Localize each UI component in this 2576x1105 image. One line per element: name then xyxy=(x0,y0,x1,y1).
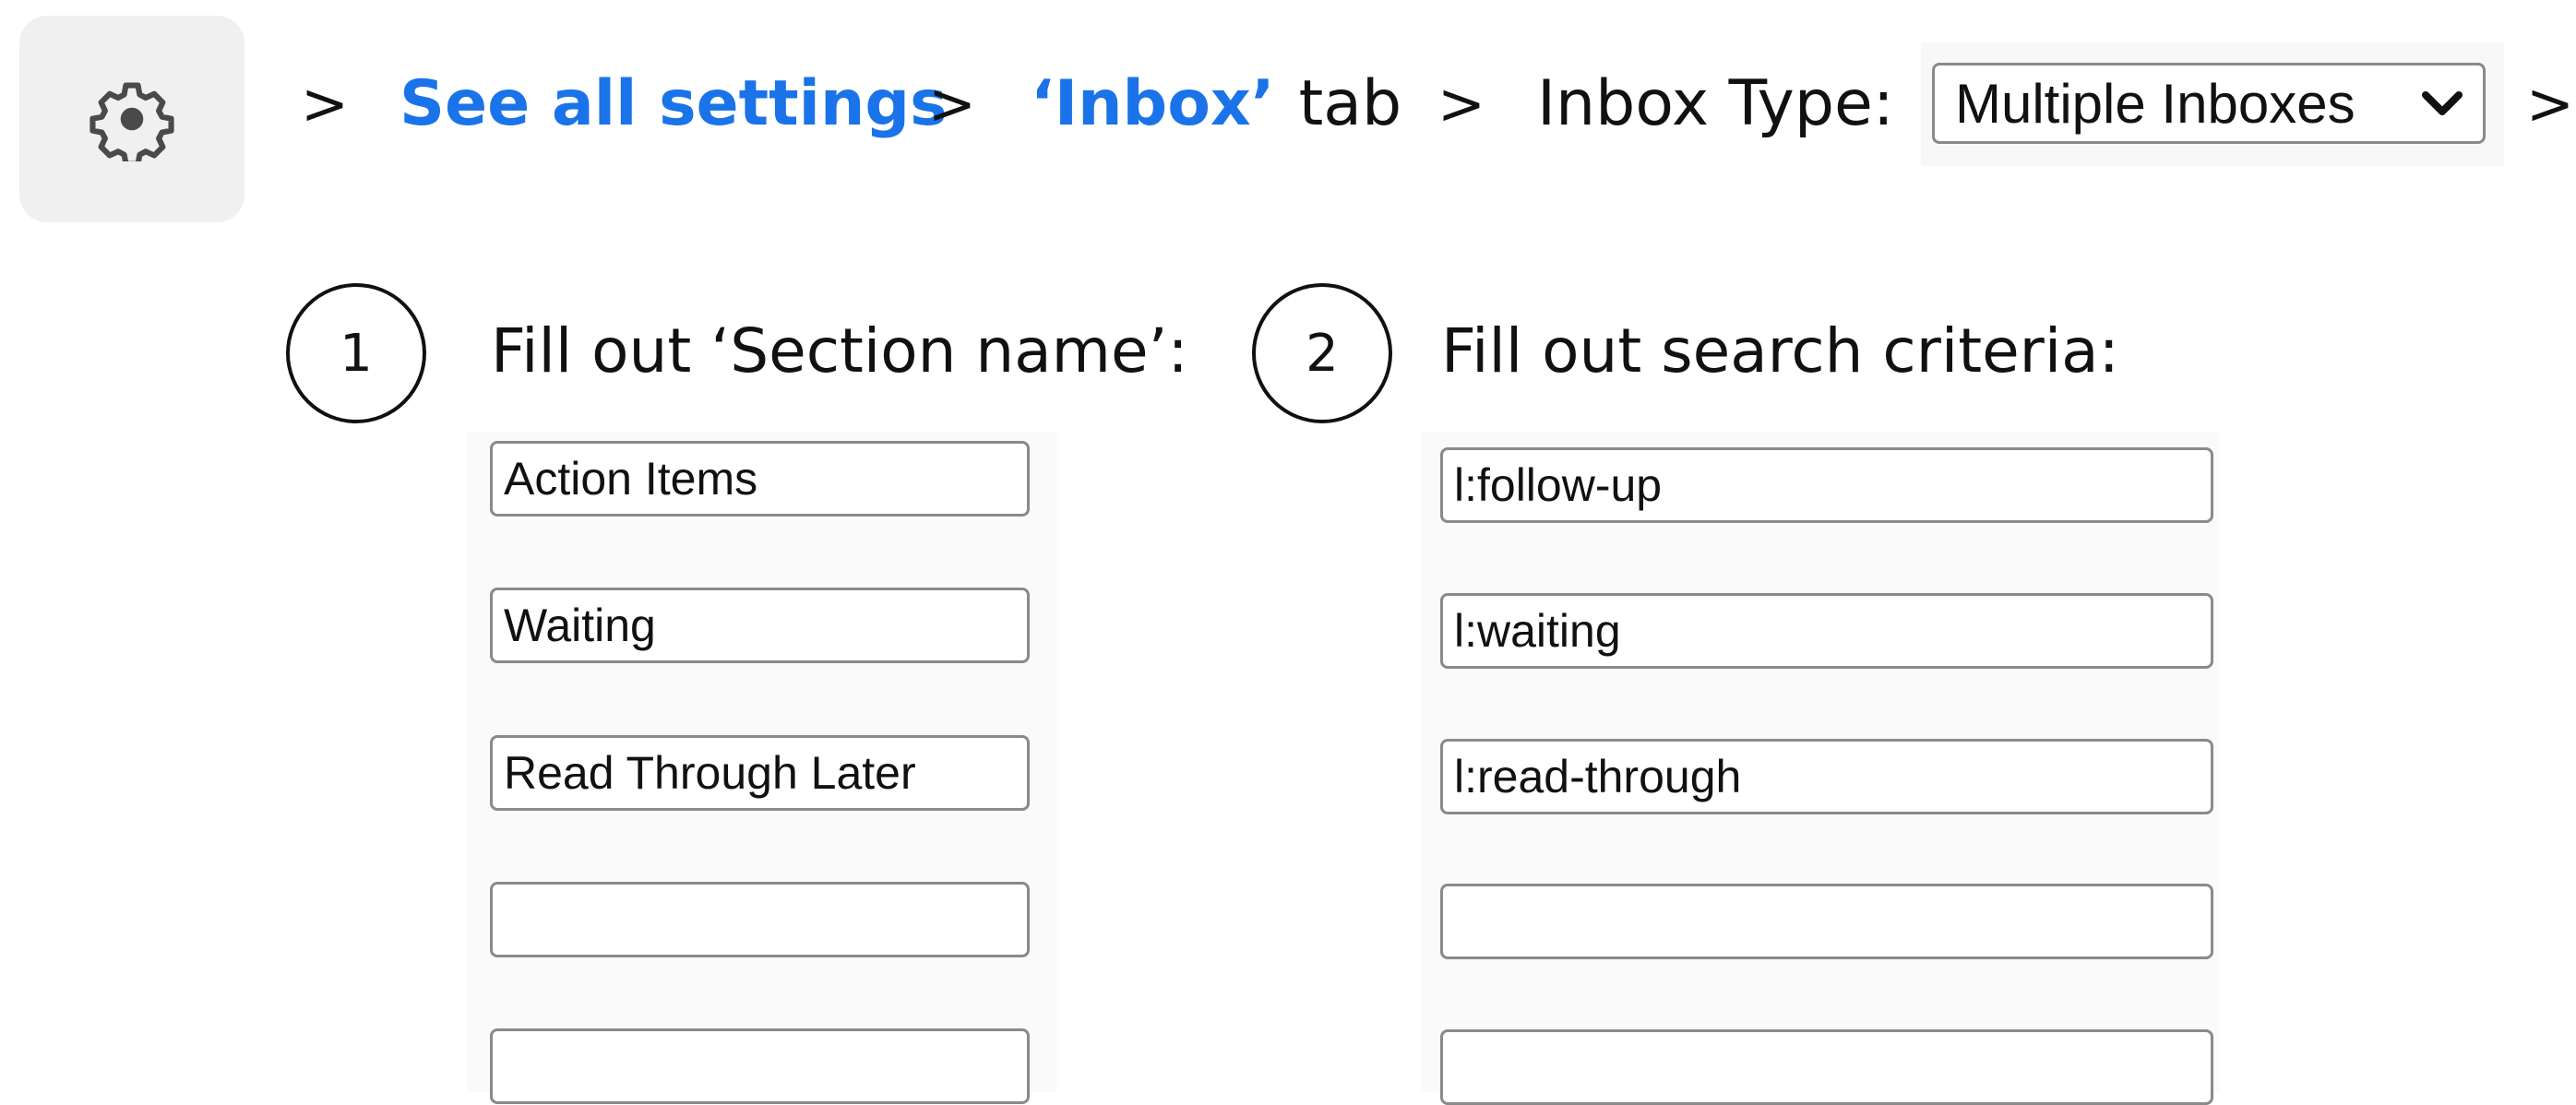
inbox-type-label: Inbox Type: xyxy=(1537,67,1894,140)
search-criteria-input-5[interactable] xyxy=(1440,1029,2213,1105)
breadcrumb-separator: > xyxy=(301,70,349,137)
breadcrumb-separator: > xyxy=(928,70,976,137)
step-1-title: Fill out ‘Section name’: xyxy=(491,315,1188,386)
search-criteria-input-3[interactable]: l:read-through xyxy=(1440,739,2213,814)
see-all-settings-link[interactable]: See all settings xyxy=(400,53,948,155)
section-name-input-4[interactable] xyxy=(490,882,1030,957)
step-2-title: Fill out search criteria: xyxy=(1441,315,2119,386)
section-names-panel: Action Items Waiting Read Through Later xyxy=(467,432,1057,1104)
inbox-tab-link[interactable]: ‘Inbox’ xyxy=(1031,73,1275,136)
chevron-down-icon xyxy=(2422,91,2463,115)
search-criteria-input-4[interactable] xyxy=(1440,884,2213,959)
breadcrumb-separator: > xyxy=(2526,70,2574,137)
step-number: 1 xyxy=(340,323,373,384)
search-criteria-input-1[interactable]: l:follow-up xyxy=(1440,447,2213,523)
breadcrumb-separator: > xyxy=(1437,70,1485,137)
settings-gear-button[interactable] xyxy=(19,16,244,222)
step-number: 2 xyxy=(1306,323,1339,384)
inbox-tab-suffix: tab xyxy=(1298,67,1402,140)
gear-icon xyxy=(89,82,174,161)
section-name-input-2[interactable]: Waiting xyxy=(490,588,1030,663)
search-criteria-panel: l:follow-up l:waiting l:read-through xyxy=(1421,432,2220,1105)
search-criteria-input-2[interactable]: l:waiting xyxy=(1440,593,2213,669)
section-name-input-5[interactable] xyxy=(490,1028,1030,1104)
section-name-input-3[interactable]: Read Through Later xyxy=(490,735,1030,811)
inbox-type-select-area: Multiple Inboxes xyxy=(1921,42,2504,166)
inbox-tab-crumb: ‘Inbox’ tab xyxy=(1031,53,1401,155)
section-name-input-1[interactable]: Action Items xyxy=(490,441,1030,517)
step-1-badge: 1 xyxy=(286,283,426,423)
inbox-type-select[interactable]: Multiple Inboxes xyxy=(1932,63,2486,144)
step-2-badge: 2 xyxy=(1252,283,1392,423)
inbox-type-value: Multiple Inboxes xyxy=(1955,72,2355,135)
